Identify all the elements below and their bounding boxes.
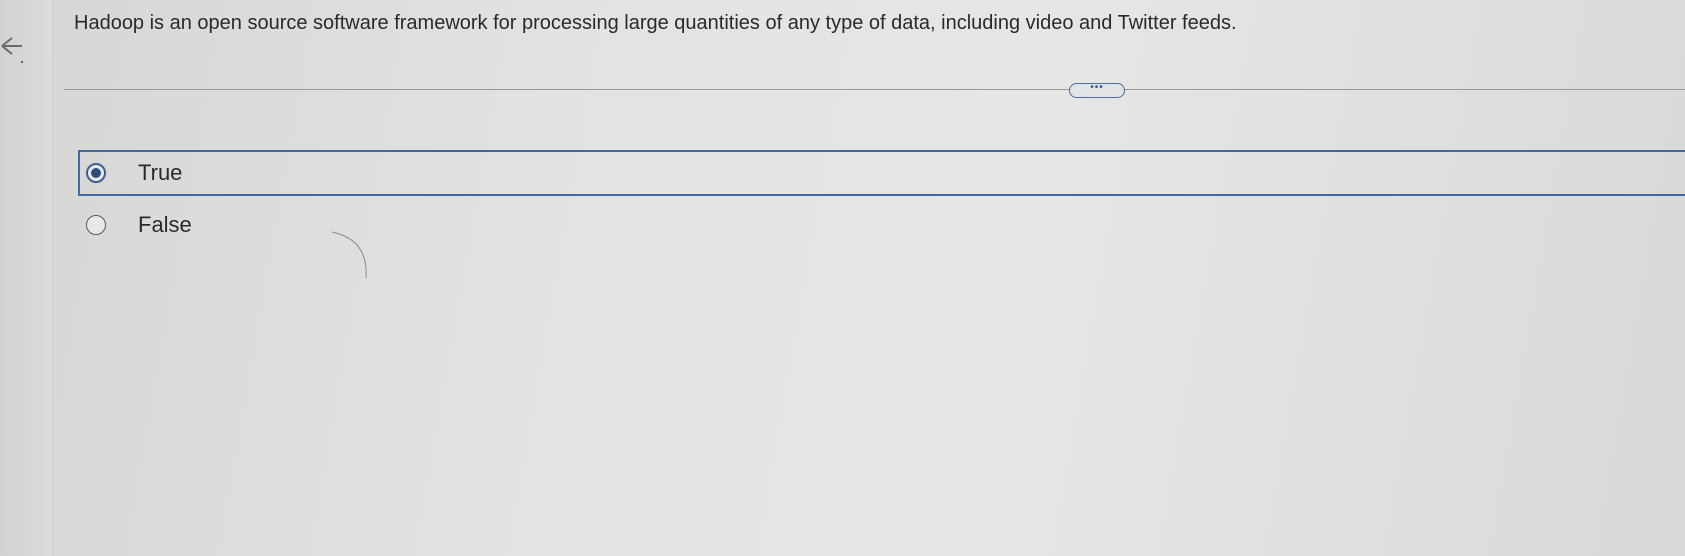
left-nav-strip	[0, 0, 53, 556]
arrow-left-icon[interactable]	[0, 28, 26, 68]
radio-selected-icon[interactable]	[86, 163, 106, 183]
page-background	[0, 0, 1685, 556]
stray-mark	[331, 231, 367, 279]
ellipsis-icon: •••	[1090, 82, 1104, 93]
radio-dot	[91, 168, 101, 178]
answer-option-false[interactable]: False	[78, 202, 1685, 248]
radio-unselected-icon[interactable]	[86, 215, 106, 235]
divider	[64, 89, 1685, 90]
more-options-button[interactable]: •••	[1069, 83, 1125, 98]
question-text: Hadoop is an open source software framew…	[74, 12, 1237, 34]
answer-option-label: True	[138, 160, 183, 185]
answer-option-true[interactable]: True	[78, 150, 1685, 196]
answer-option-label: False	[138, 212, 192, 237]
